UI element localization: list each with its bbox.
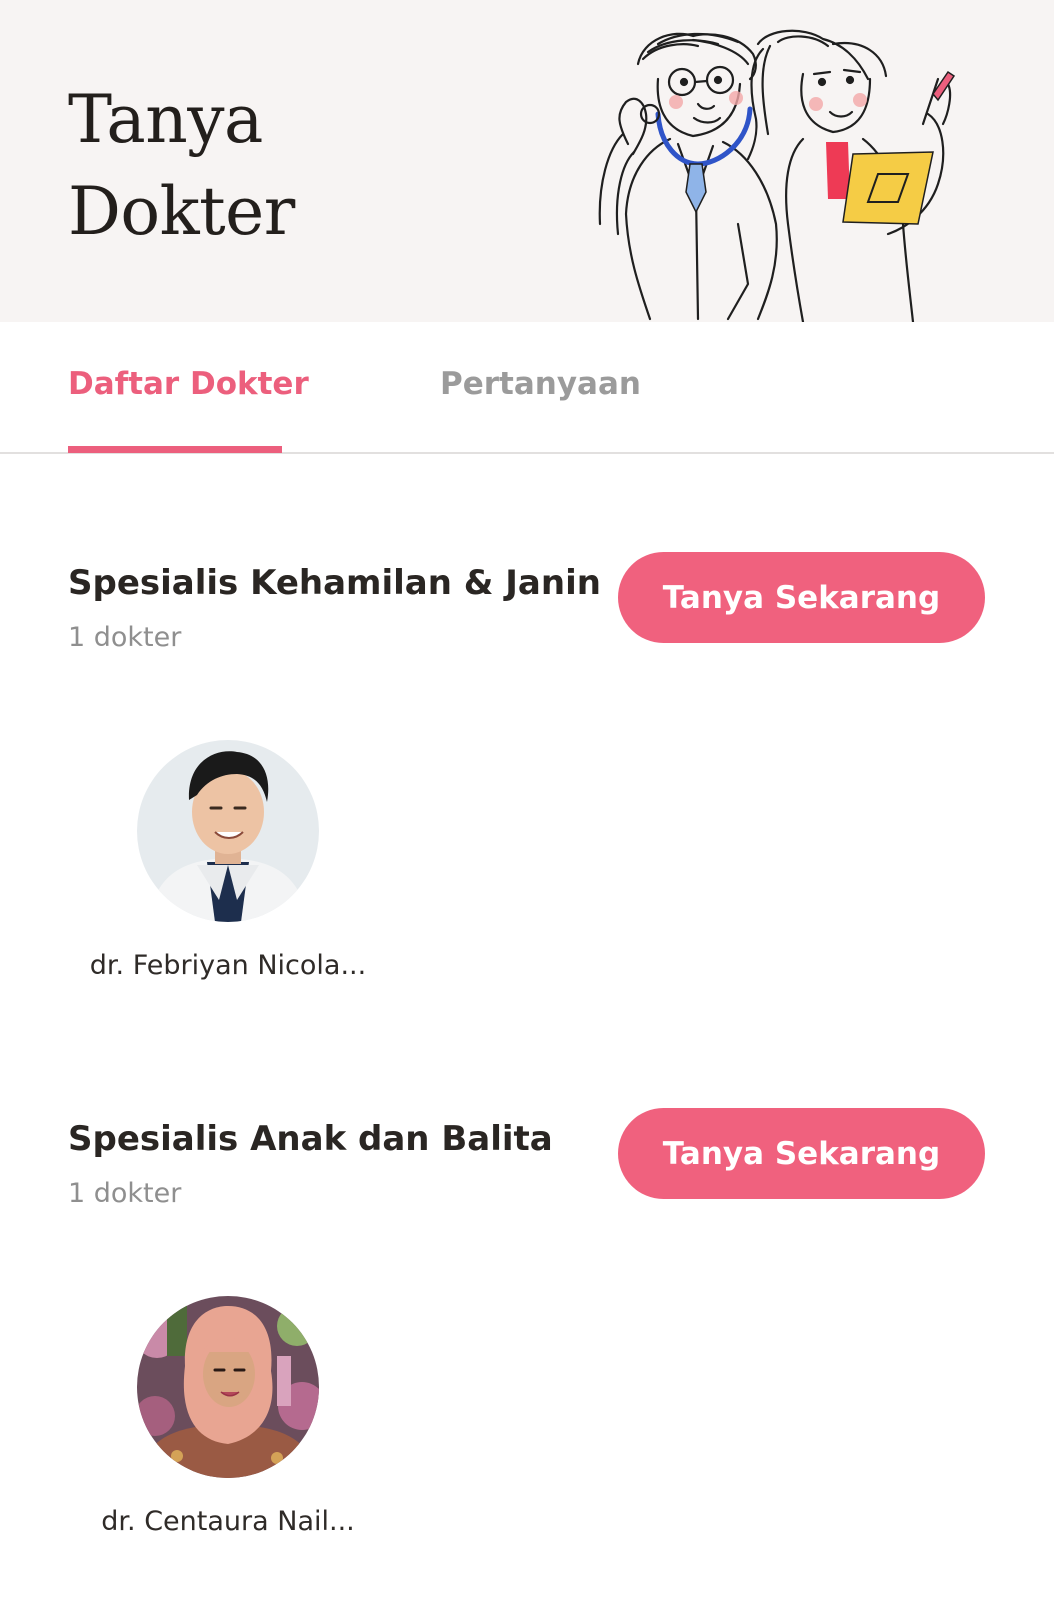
page-title-line-1: Tanya [68,81,263,158]
page-header: Tanya Dokter [0,0,1054,322]
doctor-count: 1 dokter [68,622,182,653]
section-title: Spesialis Kehamilan & Janin [68,563,601,603]
page-title: Tanya Dokter [68,74,295,258]
doctor-card[interactable]: dr. Febriyan Nicola... [68,740,388,1000]
ask-now-button[interactable]: Tanya Sekarang [618,1108,985,1199]
tab-pertanyaan[interactable]: Pertanyaan [440,364,641,404]
tab-bar: Daftar Dokter Pertanyaan [0,322,1054,454]
doctor-avatar [137,740,319,922]
doctor-avatar [137,1296,319,1478]
ask-now-button[interactable]: Tanya Sekarang [618,552,985,643]
doctor-card[interactable]: dr. Centaura Nail... [68,1296,388,1556]
doctor-count: 1 dokter [68,1178,182,1209]
tab-daftar-dokter[interactable]: Daftar Dokter [68,364,309,404]
doctor-male-photo [137,740,319,922]
doctor-female-hijab-photo [137,1296,319,1478]
active-tab-indicator [68,446,282,453]
doctors-illustration [598,29,956,322]
doctor-name: dr. Centaura Nail... [101,1506,355,1537]
section-title: Spesialis Anak dan Balita [68,1119,553,1159]
page-title-line-2: Dokter [68,173,295,250]
specialist-section-anak: Spesialis Anak dan Balita 1 dokter Tanya… [0,1108,1054,1586]
specialist-section-kehamilan: Spesialis Kehamilan & Janin 1 dokter Tan… [0,552,1054,1030]
doctor-name: dr. Febriyan Nicola... [89,950,367,981]
